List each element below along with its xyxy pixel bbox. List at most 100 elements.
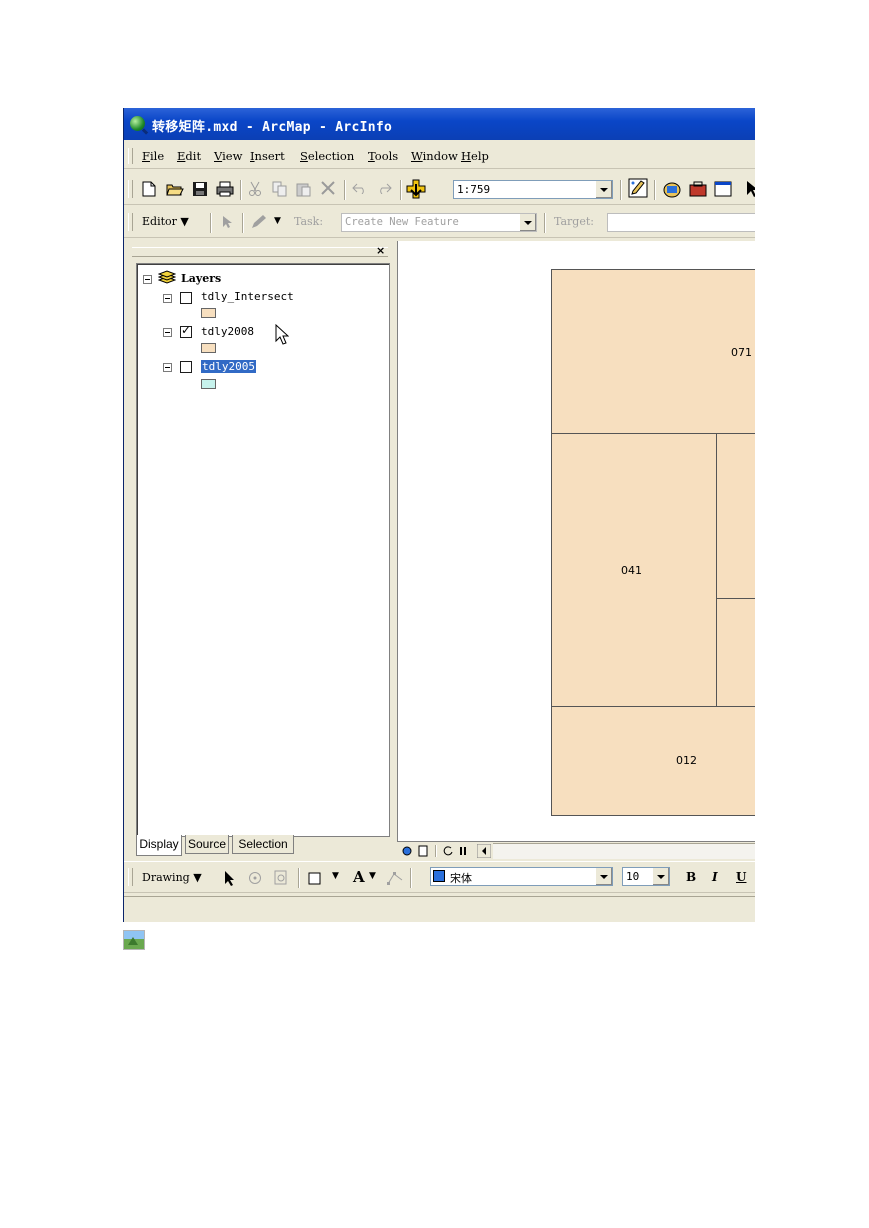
menu-window[interactable]: Window (411, 149, 458, 163)
add-data-icon[interactable] (406, 179, 426, 199)
menu-help[interactable]: Help (461, 149, 489, 163)
chevron-down-icon[interactable] (595, 868, 612, 885)
parcel-label: 041 (621, 564, 642, 577)
tab-selection[interactable]: Selection (232, 835, 294, 854)
menu-edit[interactable]: Edit (177, 149, 201, 163)
toolbar-grip[interactable] (128, 213, 133, 231)
command-line-icon[interactable] (714, 181, 732, 197)
toolbar-separator (400, 180, 402, 200)
italic-button[interactable]: I (712, 870, 718, 884)
toolbar-grip[interactable] (128, 868, 133, 886)
layer-name-tdly2008[interactable]: tdly2008 (201, 325, 254, 338)
layer-symbol-swatch[interactable] (201, 308, 216, 318)
open-folder-icon[interactable] (166, 181, 184, 197)
text-tool-button[interactable]: A (353, 868, 365, 886)
print-icon[interactable] (216, 181, 234, 197)
font-name-value: 宋体 (450, 872, 472, 885)
collapse-icon[interactable] (143, 275, 152, 284)
table-of-contents: × Layers tdly_Intersect tdly2008 tdly200… (124, 241, 397, 856)
menu-grip[interactable] (128, 148, 133, 164)
copy-icon[interactable] (272, 181, 288, 197)
toolbar-grip[interactable] (128, 180, 133, 198)
map-view[interactable]: 071 041 012 (397, 241, 755, 841)
map-scale-combo[interactable]: 1:759 (453, 180, 613, 199)
arcmap-globe-icon (130, 116, 145, 131)
status-bar (124, 896, 755, 922)
menu-insert[interactable]: Insert (250, 149, 285, 163)
arccatalog-icon[interactable] (662, 180, 682, 198)
layout-view-page-icon[interactable] (418, 845, 428, 857)
font-type-icon (433, 870, 445, 882)
layer-visibility-checkbox[interactable] (180, 292, 192, 304)
collapse-icon[interactable] (163, 363, 172, 372)
parcel-unlabeled[interactable] (716, 598, 755, 708)
chevron-down-icon[interactable] (595, 181, 612, 198)
menu-selection[interactable]: Selection (300, 149, 354, 163)
layer-symbol-swatch[interactable] (201, 379, 216, 389)
editor-toolbar-icon[interactable] (628, 178, 648, 198)
redo-icon[interactable] (376, 182, 392, 194)
pointer-tool-icon[interactable] (746, 180, 755, 198)
parcel-071[interactable] (551, 269, 755, 434)
parcel-012[interactable] (551, 706, 755, 816)
layers-root-label[interactable]: Layers (181, 272, 221, 285)
tab-source[interactable]: Source (185, 835, 229, 854)
tab-display[interactable]: Display (136, 835, 182, 856)
view-toggle-strip (397, 841, 755, 860)
text-dropdown-icon[interactable]: ▼ (369, 871, 376, 881)
data-view-globe-icon[interactable] (402, 846, 412, 856)
collapse-icon[interactable] (163, 294, 172, 303)
undo-icon[interactable] (352, 182, 368, 194)
horizontal-scrollbar[interactable] (493, 843, 755, 859)
cut-scissors-icon[interactable] (248, 181, 262, 197)
save-disk-icon[interactable] (192, 181, 208, 197)
sketch-dropdown-icon[interactable]: ▼ (274, 216, 281, 226)
layer-name-tdly2005[interactable]: tdly2005 (201, 360, 256, 373)
select-elements-arrow-icon[interactable] (224, 870, 236, 886)
delete-x-icon[interactable] (320, 180, 336, 196)
layers-stack-icon (158, 270, 176, 284)
standard-toolbar: 1:759 (124, 174, 755, 205)
rectangle-tool-icon[interactable] (308, 872, 321, 885)
drawing-menu-button[interactable]: Drawing ▼ (142, 871, 202, 884)
arctoolbox-icon[interactable] (688, 180, 708, 198)
map-scale-value: 1:759 (457, 183, 491, 196)
scroll-left-icon[interactable] (477, 844, 491, 858)
shape-dropdown-icon[interactable]: ▼ (332, 871, 339, 881)
rotate-icon[interactable] (248, 871, 262, 885)
font-combo[interactable]: 宋体 (430, 867, 613, 886)
toc-title-grip[interactable] (132, 247, 388, 257)
edit-tool-icon[interactable] (222, 215, 232, 229)
chevron-down-icon[interactable] (652, 868, 669, 885)
edit-vertices-icon[interactable] (386, 870, 404, 886)
new-document-icon[interactable] (142, 181, 156, 197)
parcel-unlabeled[interactable] (716, 433, 755, 599)
pause-drawing-icon[interactable] (459, 846, 467, 856)
editor-toolbar: Editor ▼ ▼ Task: Create New Feature Targ… (124, 207, 755, 238)
layer-name-tdly-intersect[interactable]: tdly_Intersect (201, 290, 294, 303)
title-bar[interactable]: 转移矩阵.mxd - ArcMap - ArcInfo (124, 108, 755, 140)
task-combo[interactable]: Create New Feature (341, 213, 537, 232)
task-label: Task: (294, 215, 324, 228)
font-size-combo[interactable]: 10 (622, 867, 670, 886)
menu-file[interactable]: File (142, 149, 164, 163)
menu-view[interactable]: View (214, 149, 242, 163)
toolbar-separator (242, 213, 244, 233)
collapse-icon[interactable] (163, 328, 172, 337)
menu-tools[interactable]: Tools (368, 149, 398, 163)
layer-visibility-checkbox[interactable] (180, 361, 192, 373)
zoom-whole-page-icon[interactable] (272, 870, 290, 886)
layer-visibility-checkbox[interactable] (180, 323, 192, 338)
toolbar-separator (654, 180, 656, 200)
layer-symbol-swatch[interactable] (201, 343, 216, 353)
close-icon[interactable]: × (376, 244, 385, 257)
target-combo[interactable] (607, 213, 755, 232)
editor-menu-button[interactable]: Editor ▼ (142, 215, 189, 228)
refresh-icon[interactable] (443, 845, 453, 857)
toc-tree: Layers tdly_Intersect tdly2008 tdly2005 (136, 263, 390, 837)
underline-button[interactable]: U (736, 870, 746, 884)
bold-button[interactable]: B (686, 870, 696, 884)
sketch-pencil-icon[interactable] (250, 214, 268, 230)
chevron-down-icon[interactable] (519, 214, 536, 231)
paste-icon[interactable] (296, 181, 312, 197)
